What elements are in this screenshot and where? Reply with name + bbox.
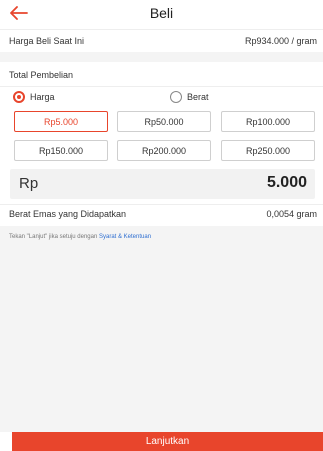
current-price-label: Harga Beli Saat Ini <box>9 36 85 46</box>
currency-label: Rp <box>19 175 39 192</box>
radio-harga[interactable]: Harga <box>13 91 55 103</box>
total-purchase-label: Total Pembelian <box>9 70 74 80</box>
amount-option-200000[interactable]: Rp200.000 <box>117 140 211 161</box>
top-bar: Beli <box>0 0 323 26</box>
amount-input-value[interactable]: 5.000 <box>267 174 307 192</box>
gold-weight-row: Berat Emas yang Didapatkan 0,0054 gram <box>0 207 323 223</box>
page-title: Beli <box>149 5 174 21</box>
radio-berat[interactable]: Berat <box>170 91 209 103</box>
terms-link[interactable]: Syarat & Ketentuan <box>99 234 151 240</box>
gold-weight-label: Berat Emas yang Didapatkan <box>9 209 127 219</box>
radio-unselected-icon <box>170 91 182 103</box>
amount-option-5000[interactable]: Rp5.000 <box>14 111 108 132</box>
continue-button[interactable]: Lanjutkan <box>12 432 323 451</box>
divider <box>0 204 323 205</box>
terms-text: Tekan "Lanjut" jika setuju dengan Syarat… <box>9 234 151 240</box>
divider <box>0 86 323 87</box>
terms-area: Tekan "Lanjut" jika setuju dengan Syarat… <box>0 226 323 432</box>
amount-input[interactable]: Rp 5.000 <box>10 169 315 199</box>
amount-option-100000[interactable]: Rp100.000 <box>221 111 315 132</box>
current-price-row: Harga Beli Saat Ini Rp934.000 / gram <box>0 29 323 53</box>
gold-weight-value: 0,0054 gram <box>266 209 317 219</box>
amount-option-50000[interactable]: Rp50.000 <box>117 111 211 132</box>
amount-option-150000[interactable]: Rp150.000 <box>14 140 108 161</box>
radio-berat-label: Berat <box>187 92 209 102</box>
terms-prefix: Tekan "Lanjut" jika setuju dengan <box>9 234 99 240</box>
amount-option-250000[interactable]: Rp250.000 <box>221 140 315 161</box>
section-gap <box>0 52 323 62</box>
current-price-value: Rp934.000 / gram <box>244 36 317 46</box>
radio-harga-label: Harga <box>30 92 55 102</box>
radio-selected-icon <box>13 91 25 103</box>
